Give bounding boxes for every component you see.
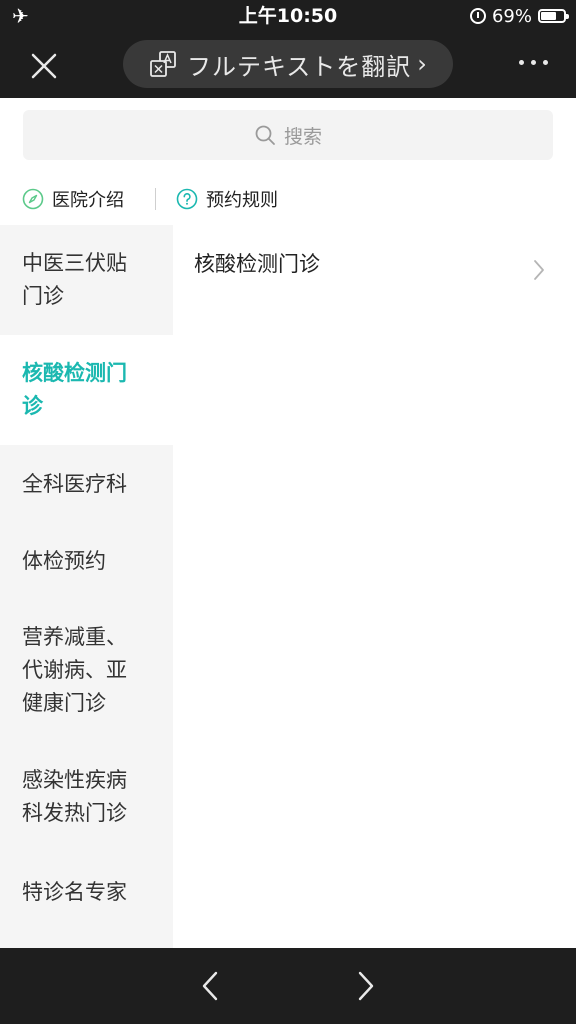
sidebar-item-line: 门诊 — [22, 284, 64, 308]
sidebar-item-infectious-fever[interactable]: 感染性疾病 科发热门诊 — [0, 741, 173, 853]
sidebar-item-line: 科发热门诊 — [22, 801, 127, 825]
sidebar-item-label: 体检预约 — [22, 545, 106, 578]
link-divider — [155, 188, 156, 210]
sidebar-item-label: 全科医疗科 — [22, 468, 127, 501]
sidebar-item-label: 营养减重、 代谢病、亚 健康门诊 — [22, 621, 127, 720]
status-right: 69% — [469, 4, 569, 28]
sidebar-item-line: 体检预约 — [22, 548, 106, 573]
hospital-intro-link[interactable]: 医院介绍 — [22, 186, 124, 212]
sidebar-item-nutrition-metabolism[interactable]: 营养减重、 代谢病、亚 健康门诊 — [0, 599, 173, 741]
category-sidebar: 中医三伏贴 门诊 核酸检测门 诊 全科医疗科 体检预约 营养减重、 代谢病、亚 … — [0, 225, 173, 948]
sidebar-item-line: 中医三伏贴 — [22, 251, 127, 275]
sidebar-item-label: 中医三伏贴 门诊 — [22, 247, 127, 313]
battery-fill — [541, 12, 557, 20]
sidebar-item-general-medicine[interactable]: 全科医疗科 — [0, 445, 173, 523]
more-dot-icon — [531, 60, 536, 65]
close-button[interactable] — [24, 46, 64, 86]
chevron-right-icon — [534, 260, 544, 280]
sidebar-item-line: 核酸检测门 — [22, 361, 127, 385]
sidebar-item-line: 特诊名专家 — [22, 879, 127, 904]
sidebar-item-label: 特诊名专家 — [22, 876, 127, 909]
bottom-toolbar — [0, 948, 576, 1024]
sidebar-item-label: 核酸检测门 诊 — [22, 357, 127, 423]
translate-label: フルテキストを翻訳 — [187, 52, 412, 81]
sidebar-item-line: 营养减重、 — [22, 624, 127, 649]
info-links: 医院介绍 预约规则 — [0, 180, 576, 218]
chevron-left-icon — [202, 971, 218, 1001]
sidebar-item-line: 感染性疾病 — [22, 768, 127, 792]
back-button[interactable] — [196, 970, 226, 1002]
sidebar-item-line: 健康门诊 — [22, 690, 106, 715]
sidebar-item-line: 诊 — [22, 394, 43, 418]
booking-rules-link[interactable]: 预约规则 — [176, 186, 278, 212]
sidebar-item-special-experts[interactable]: 特诊名专家 — [0, 853, 173, 931]
status-bar: ✈ 上午10:50 69% — [0, 0, 576, 32]
translate-icon — [150, 51, 176, 77]
forward-button[interactable] — [350, 970, 380, 1002]
booking-rules-label: 预约规则 — [206, 190, 278, 211]
nav-bar: フルテキストを翻訳 › — [0, 32, 576, 98]
sidebar-item-label: 感染性疾病 科发热门诊 — [22, 764, 127, 830]
sidebar-item-nucleic-acid[interactable]: 核酸检测门 诊 — [0, 335, 173, 445]
more-dot-icon — [519, 60, 524, 65]
search-bar[interactable]: 搜索 — [23, 110, 553, 160]
sidebar-item-line: 全科医疗科 — [22, 471, 127, 496]
search-icon — [255, 125, 275, 145]
battery-percent: 69% — [491, 5, 532, 27]
list-item-label: 核酸检测门诊 — [194, 252, 320, 276]
alarm-icon — [469, 8, 486, 24]
sidebar-item-line: 代谢病、亚 — [22, 657, 127, 682]
translate-fulltext-button[interactable]: フルテキストを翻訳 › — [123, 40, 453, 88]
search-placeholder: 搜索 — [283, 125, 322, 148]
question-icon — [176, 188, 198, 210]
more-options-button[interactable] — [519, 60, 548, 65]
battery-icon — [538, 9, 569, 23]
more-dot-icon — [543, 60, 548, 65]
chevron-right-icon — [358, 971, 374, 1001]
chevron-right-icon: › — [417, 50, 427, 78]
hospital-intro-label: 医院介绍 — [52, 190, 124, 211]
compass-icon — [22, 188, 44, 210]
sidebar-item-physical-exam[interactable]: 体检预约 — [0, 523, 173, 599]
close-icon — [31, 53, 57, 79]
list-item[interactable]: 核酸检测门诊 — [194, 230, 554, 300]
sidebar-item-tcm-sanfu[interactable]: 中医三伏贴 门诊 — [0, 225, 173, 335]
